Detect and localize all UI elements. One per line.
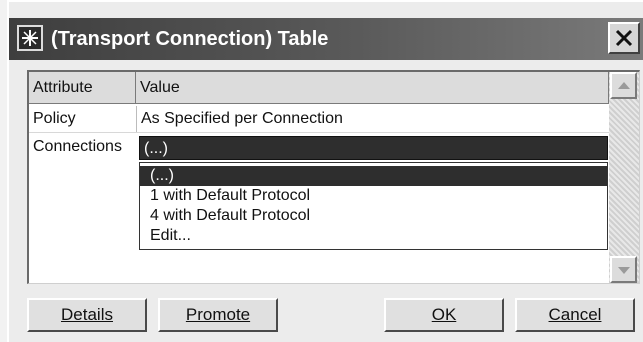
- connections-combobox[interactable]: (...): [139, 136, 608, 160]
- row-attribute-policy[interactable]: Policy: [29, 106, 136, 132]
- row-divider: [29, 132, 609, 133]
- column-header-value[interactable]: Value: [136, 72, 609, 104]
- dialog-window: (Transport Connection) Table Attribute V…: [7, 0, 643, 342]
- row-attribute-connections[interactable]: Connections: [29, 134, 136, 160]
- window-title: (Transport Connection) Table: [51, 28, 329, 50]
- attribute-table: Attribute Value Policy As Specified per …: [27, 70, 640, 284]
- arrow-up-icon: [618, 82, 630, 89]
- connections-dropdown-list: (...) 1 with Default Protocol 4 with Def…: [139, 162, 608, 250]
- title-bar[interactable]: (Transport Connection) Table: [9, 18, 643, 60]
- dropdown-option[interactable]: 1 with Default Protocol: [140, 186, 607, 206]
- scroll-up-button[interactable]: [610, 72, 637, 99]
- close-icon: [615, 29, 633, 47]
- ok-button[interactable]: OK: [384, 298, 504, 332]
- dropdown-option-edit[interactable]: Edit...: [140, 226, 607, 246]
- arrow-down-icon: [618, 267, 630, 274]
- column-header-attribute[interactable]: Attribute: [29, 72, 136, 104]
- details-button[interactable]: Details: [27, 298, 147, 332]
- scroll-down-button[interactable]: [610, 256, 637, 283]
- cancel-button[interactable]: Cancel: [515, 298, 635, 332]
- star-icon: [17, 25, 43, 51]
- row-value-policy[interactable]: As Specified per Connection: [136, 106, 609, 132]
- dropdown-option[interactable]: (...): [140, 166, 607, 186]
- promote-button[interactable]: Promote: [158, 298, 278, 332]
- close-button[interactable]: [608, 22, 640, 54]
- vertical-scrollbar[interactable]: [609, 72, 639, 283]
- dropdown-option[interactable]: 4 with Default Protocol: [140, 206, 607, 226]
